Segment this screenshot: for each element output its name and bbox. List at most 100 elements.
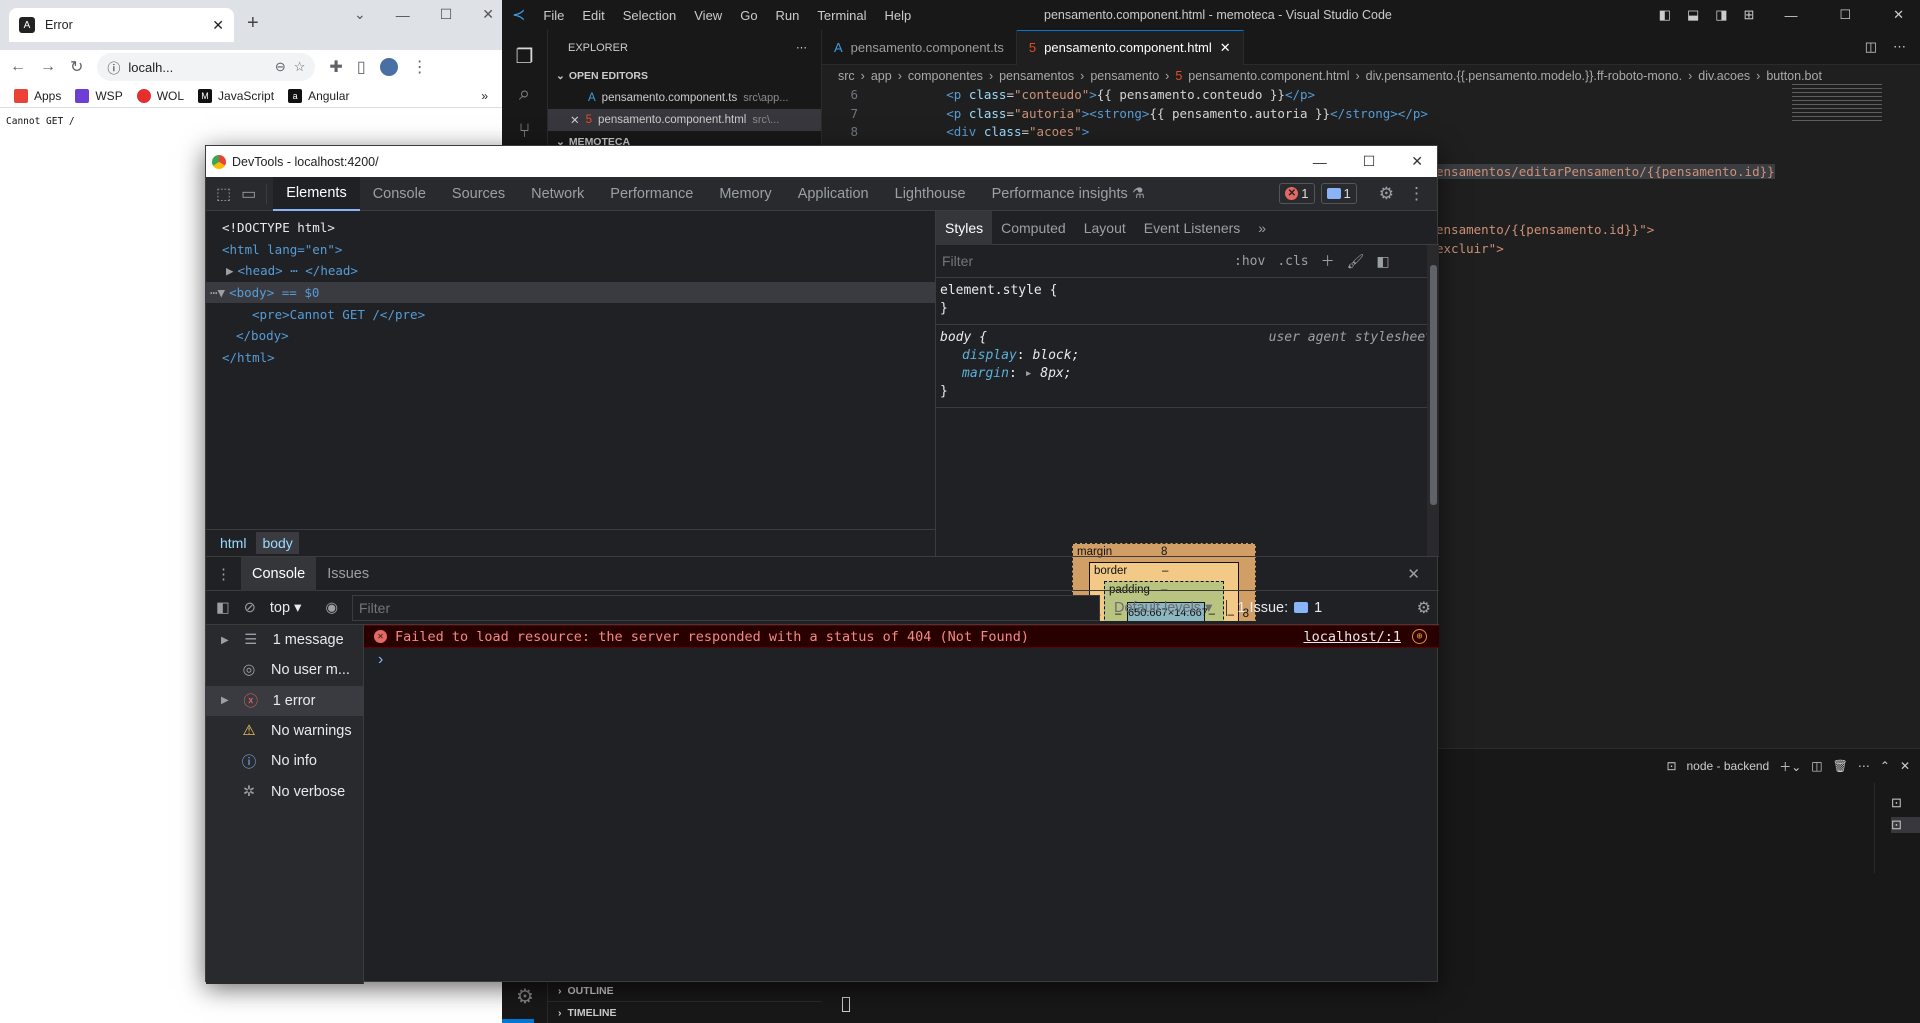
extensions-icon[interactable]: ✚ <box>329 57 342 77</box>
menu-icon[interactable]: ⋮ <box>412 57 428 77</box>
split-terminal-icon[interactable]: ◫ <box>1811 759 1822 773</box>
settings-gear-icon[interactable]: ⚙ <box>1379 184 1394 204</box>
menu-run[interactable]: Run <box>776 8 800 23</box>
toggle-secondary-sidebar-icon[interactable]: ◨ <box>1715 7 1727 23</box>
console-prompt[interactable]: › <box>364 648 1439 672</box>
breadcrumb-item[interactable]: button.bot <box>1766 69 1822 83</box>
close-icon[interactable]: ✕ <box>1411 153 1423 170</box>
maximize-icon[interactable]: ☐ <box>1363 153 1376 170</box>
more-bookmarks-icon[interactable]: » <box>481 89 488 103</box>
menu-view[interactable]: View <box>694 8 722 23</box>
maximize-panel-icon[interactable]: ⌃ <box>1880 759 1890 773</box>
css-property[interactable]: display: block; <box>940 347 1435 365</box>
split-editor-icon[interactable]: ◫ <box>1865 39 1877 55</box>
triangle-right-icon[interactable]: ▶ <box>226 263 234 278</box>
error-count-badge[interactable]: ✕ 1 <box>1279 183 1315 204</box>
paint-brush-icon[interactable]: 🖌 <box>1347 253 1365 270</box>
open-editor-item[interactable]: A pensamento.component.ts src\app... <box>548 87 821 109</box>
element-style-selector[interactable]: element.style { <box>940 282 1435 300</box>
close-tab-icon[interactable]: ✕ <box>1220 40 1231 56</box>
dom-node[interactable]: <pre>Cannot GET /</pre> <box>206 303 935 325</box>
css-property[interactable]: margin: ▸ 8px; <box>940 365 1435 383</box>
close-editor-icon[interactable]: ✕ <box>570 113 580 127</box>
chrome-tab[interactable]: A Error ✕ <box>9 8 234 42</box>
cls-toggle[interactable]: .cls <box>1277 254 1308 269</box>
menu-selection[interactable]: Selection <box>623 8 676 23</box>
manage-gear-icon[interactable]: ⚙ <box>502 984 548 1009</box>
more-options-icon[interactable]: ⋮ <box>1408 184 1425 204</box>
live-expression-eye-icon[interactable]: ◉ <box>325 600 338 616</box>
timeline-section[interactable]: › TIMELINE <box>548 1001 822 1023</box>
toggle-sidebar-icon[interactable]: ◧ <box>1376 253 1389 270</box>
tab-pensamento-component-ts[interactable]: A pensamento.component.ts <box>822 29 1017 65</box>
tab-lighthouse[interactable]: Lighthouse <box>882 177 979 211</box>
dom-node[interactable]: <!DOCTYPE html> <box>206 217 935 239</box>
kill-terminal-icon[interactable]: 🗑 <box>1833 759 1848 773</box>
clear-console-icon[interactable]: ⊘ <box>244 600 256 616</box>
device-toolbar-icon[interactable]: ▭ <box>241 184 266 204</box>
tab-search-icon[interactable]: ⌄ <box>354 6 366 23</box>
bookmark-angular[interactable]: a Angular <box>288 88 349 103</box>
breadcrumb-item[interactable]: componentes <box>908 69 983 83</box>
breadcrumb-item[interactable]: pensamento <box>1090 69 1159 83</box>
profile-avatar[interactable] <box>379 58 398 76</box>
tab-styles[interactable]: Styles <box>936 210 993 245</box>
tab-sources[interactable]: Sources <box>439 177 518 211</box>
customize-layout-icon[interactable]: ⊞ <box>1744 7 1755 23</box>
tab-application[interactable]: Application <box>785 177 882 211</box>
toggle-panel-icon[interactable]: ⬓ <box>1687 7 1699 23</box>
forward-icon[interactable]: → <box>40 58 56 76</box>
code-line[interactable]: 7 <p class="autoria"><strong>{{ pensamen… <box>822 106 1920 125</box>
close-drawer-icon[interactable]: ✕ <box>1396 557 1431 591</box>
more-actions-icon[interactable]: ⋯ <box>1893 39 1906 55</box>
issue-count-badge[interactable]: 1 <box>1320 183 1357 204</box>
maximize-icon[interactable]: ☐ <box>1839 7 1851 23</box>
breadcrumb-item[interactable]: div.acoes <box>1698 69 1750 83</box>
breadcrumb-item[interactable]: pensamento.component.html <box>1188 69 1349 83</box>
dom-node[interactable]: <html lang="en"> <box>206 239 935 261</box>
maximize-icon[interactable]: ☐ <box>440 6 453 23</box>
site-info-icon[interactable]: ⓘ <box>107 58 120 77</box>
tab-network[interactable]: Network <box>518 177 597 211</box>
dom-node[interactable]: </body> <box>206 325 935 347</box>
tab-performance-insights[interactable]: Performance insights ⚗ <box>979 177 1158 211</box>
bookmark-wol[interactable]: WOL <box>136 88 184 103</box>
side-panel-icon[interactable]: ▯ <box>357 57 366 77</box>
context-select[interactable]: top ▾ <box>270 600 301 616</box>
crumb-body[interactable]: body <box>256 532 299 554</box>
sidebar-item-user-messages[interactable]: ◎ No user m... <box>206 655 363 685</box>
error-source-link[interactable]: localhost/:1 <box>1303 629 1401 645</box>
styles-scrollbar[interactable] <box>1427 245 1439 556</box>
terminal-tab-icon[interactable]: ⊡ <box>1891 817 1920 833</box>
tab-layout[interactable]: Layout <box>1075 211 1135 245</box>
minimize-icon[interactable]: — <box>396 7 410 23</box>
tab-console[interactable]: Console <box>360 177 439 211</box>
console-error-message[interactable]: ✕ Failed to load resource: the server re… <box>364 625 1439 648</box>
tab-event-listeners[interactable]: Event Listeners <box>1135 211 1250 245</box>
close-tab-icon[interactable]: ✕ <box>212 17 224 34</box>
tab-issues[interactable]: Issues <box>316 557 380 591</box>
issues-counter[interactable]: 1 Issue: 1 <box>1226 599 1322 616</box>
sidebar-item-warnings[interactable]: ⚠ No warnings <box>206 716 363 746</box>
reload-icon[interactable]: ↻ <box>70 57 83 77</box>
explorer-icon[interactable]: ❐ <box>502 44 547 69</box>
sidebar-item-messages[interactable]: ▶ ☰ 1 message <box>206 625 363 655</box>
new-rule-icon[interactable]: ＋ <box>1321 251 1335 271</box>
tab-performance[interactable]: Performance <box>597 177 706 211</box>
toggle-sidebar-icon[interactable]: ◧ <box>1659 7 1671 23</box>
minimize-icon[interactable]: — <box>1313 154 1327 170</box>
breadcrumb-item[interactable]: app <box>871 69 892 83</box>
close-panel-icon[interactable]: ✕ <box>1900 759 1910 773</box>
sidebar-item-info[interactable]: ⓘ No info <box>206 746 363 776</box>
network-request-icon[interactable]: ⊕ <box>1412 629 1427 644</box>
address-bar[interactable]: ⓘ localh... ⊖ ☆ <box>97 53 316 81</box>
source-control-icon[interactable]: ⑂ <box>502 120 547 143</box>
dom-node-selected[interactable]: ⋯▼ <body> == $0 <box>206 281 935 304</box>
tab-elements[interactable]: Elements <box>273 176 360 211</box>
zoom-icon[interactable]: ⊖ <box>275 59 286 75</box>
hov-toggle[interactable]: :hov <box>1234 254 1265 269</box>
inspect-element-icon[interactable]: ⬚ <box>206 184 241 204</box>
tab-computed[interactable]: Computed <box>992 211 1075 245</box>
terminal-name[interactable]: node - backend <box>1687 759 1770 773</box>
search-icon[interactable]: ⌕ <box>502 83 547 106</box>
